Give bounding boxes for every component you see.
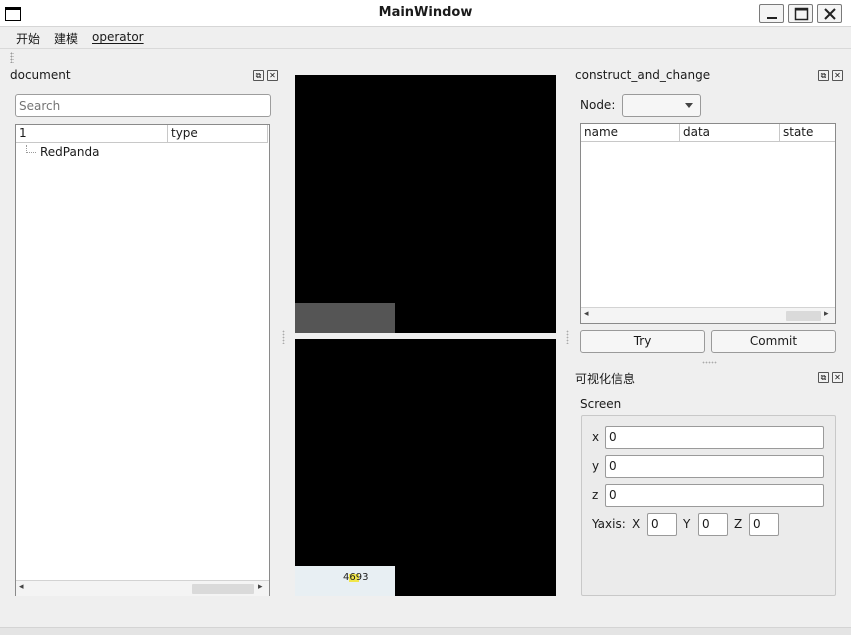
viewport-overlay	[295, 303, 395, 333]
column-header-type[interactable]: type	[168, 125, 268, 143]
horizontal-scrollbar[interactable]: ◂ ▸	[581, 307, 835, 323]
close-icon	[824, 8, 836, 20]
column-header-1[interactable]: 1	[16, 125, 168, 143]
minimize-button[interactable]	[759, 4, 784, 23]
visual-dock-title: 可视化信息	[575, 372, 636, 386]
title-bar: MainWindow	[0, 0, 851, 27]
search-input[interactable]	[15, 94, 271, 117]
scroll-right-icon[interactable]: ▸	[824, 309, 829, 319]
window-title: MainWindow	[378, 5, 473, 20]
menu-start[interactable]: 开始	[16, 30, 40, 47]
viewport-info-text: 4693	[343, 572, 369, 583]
yaxis-y-field[interactable]: 0	[698, 513, 728, 536]
float-icon[interactable]: ⧉	[818, 372, 829, 383]
screen-group-title: Screen	[580, 397, 622, 411]
close-icon[interactable]: ✕	[267, 70, 278, 81]
splitter-handle-left[interactable]	[282, 330, 285, 344]
column-header-name[interactable]: name	[581, 124, 680, 142]
toolbar	[0, 48, 851, 65]
scroll-left-icon[interactable]: ◂	[584, 309, 589, 319]
chevron-down-icon	[685, 103, 693, 108]
menu-modeling[interactable]: 建模	[54, 30, 78, 47]
yaxis-label: Yaxis:	[592, 517, 626, 531]
horizontal-scrollbar[interactable]: ◂ ▸	[16, 580, 269, 596]
maximize-button[interactable]	[788, 4, 813, 23]
viewport-bottom[interactable]: 4693	[295, 339, 556, 596]
x-field[interactable]: 0	[605, 426, 824, 449]
node-table: name data state ◂ ▸	[580, 123, 836, 324]
minimize-icon	[767, 17, 777, 19]
viewport-info-box: 4693	[295, 566, 395, 596]
commit-button[interactable]: Commit	[711, 330, 836, 353]
close-icon[interactable]: ✕	[832, 372, 843, 383]
close-button[interactable]	[817, 4, 842, 23]
document-dock-title: document	[10, 68, 71, 82]
viewport-top[interactable]	[295, 75, 556, 333]
scroll-left-icon[interactable]: ◂	[19, 582, 24, 592]
tree-branch-line	[26, 145, 36, 153]
menu-bar: 开始 建模 operator	[0, 28, 851, 48]
node-select[interactable]	[622, 94, 701, 117]
scroll-right-icon[interactable]: ▸	[258, 582, 263, 592]
yaxis-z-field[interactable]: 0	[749, 513, 779, 536]
z-label: z	[592, 488, 599, 502]
yaxis-z-label: Z	[734, 517, 743, 531]
tree-item-redpanda[interactable]: RedPanda	[40, 145, 99, 159]
maximize-icon	[794, 7, 809, 21]
float-icon[interactable]: ⧉	[818, 70, 829, 81]
float-icon[interactable]: ⧉	[253, 70, 264, 81]
splitter-handle-right[interactable]	[566, 330, 569, 344]
scrollbar-thumb[interactable]	[786, 311, 821, 321]
yaxis-x-field[interactable]: 0	[647, 513, 677, 536]
scrollbar-thumb[interactable]	[192, 584, 254, 594]
try-button[interactable]: Try	[580, 330, 705, 353]
yaxis-x-label: X	[632, 517, 641, 531]
close-icon[interactable]: ✕	[832, 70, 843, 81]
column-header-state[interactable]: state	[780, 124, 835, 142]
construct-dock-title: construct_and_change	[575, 68, 711, 82]
node-label: Node:	[580, 98, 616, 112]
dock-splitter-handle[interactable]	[702, 361, 717, 364]
x-label: x	[592, 430, 600, 444]
status-bar	[0, 627, 851, 635]
document-tree: 1 type RedPanda ◂ ▸	[15, 124, 270, 596]
z-field[interactable]: 0	[605, 484, 824, 507]
y-label: y	[592, 459, 600, 473]
column-header-data[interactable]: data	[680, 124, 780, 142]
toolbar-grip[interactable]	[10, 52, 14, 63]
y-field[interactable]: 0	[605, 455, 824, 478]
yaxis-y-label: Y	[683, 517, 691, 531]
menu-operator[interactable]: operator	[92, 30, 144, 44]
